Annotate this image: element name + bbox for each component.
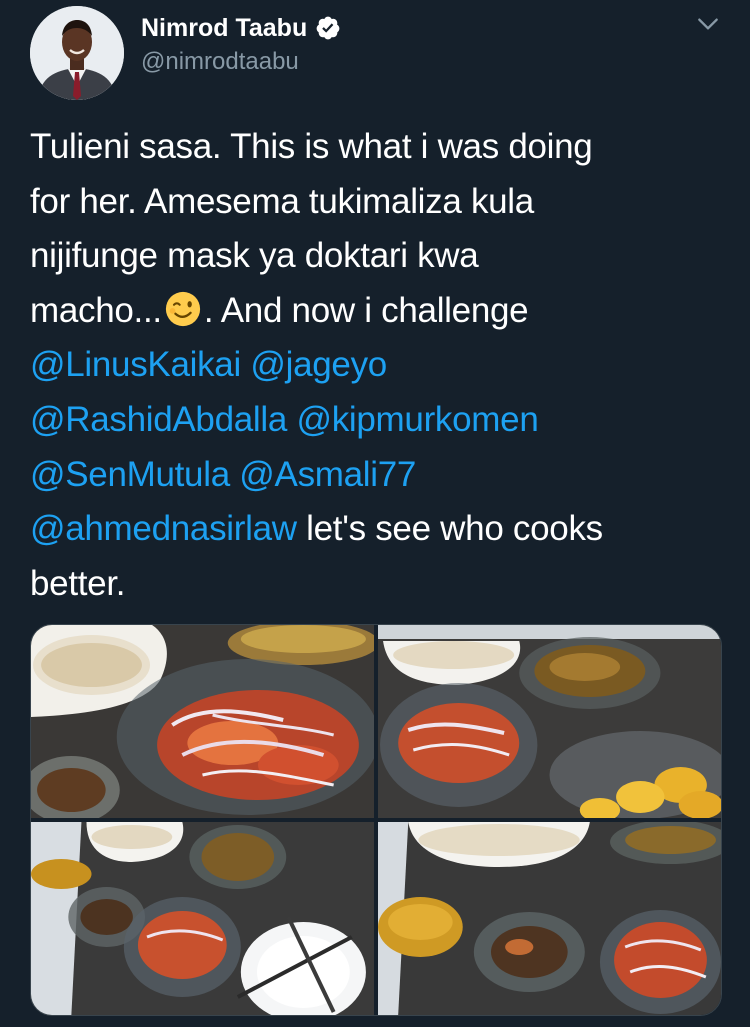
tweet-text: Tulieni sasa. This is what i was doing f… [30,120,725,611]
author-handle[interactable]: @nimrodtaabu [141,48,299,76]
tweet-line: nijifunge mask ya doktari kwa [30,229,725,284]
author-display-name: Nimrod Taabu [141,13,308,42]
tweet-line: better. [30,557,725,612]
photo-1[interactable] [31,625,374,818]
tweet-line: @ahmednasirlaw let's see who cooks [30,502,725,557]
profile-photo [30,6,124,100]
text-segment: . And now i challenge [203,290,529,330]
mention-link[interactable]: @RashidAbdalla [30,400,287,439]
tweet-line: @SenMutula @Asmali77 [30,448,725,503]
verified-badge-icon [315,15,341,41]
winking-face-emoji-icon [164,290,202,328]
mention-link[interactable]: @SenMutula [30,455,230,494]
tweet-line: @RashidAbdalla @kipmurkomen [30,393,725,448]
text-segment: Tulieni sasa. This is what i was doing [30,127,593,166]
mention-link[interactable]: @kipmurkomen [296,400,538,439]
text-segment: better. [30,563,126,603]
photo-3[interactable] [31,822,374,1015]
text-segment: for her. Amesema tukimaliza kula [30,181,534,221]
mention-link[interactable]: @ahmednasirlaw [30,509,297,548]
mention-link[interactable]: @LinusKaikai [30,345,241,384]
text-segment [241,345,250,384]
chevron-down-icon[interactable] [692,8,724,40]
photo-2[interactable] [378,625,721,818]
text-segment: nijifunge mask ya doktari kwa [30,236,479,276]
photo-4[interactable] [378,822,721,1015]
text-segment: macho... [30,290,162,330]
tweet-line: @LinusKaikai @jageyo [30,338,725,393]
mention-link[interactable]: @Asmali77 [239,455,416,494]
author-avatar[interactable] [30,6,124,100]
text-segment [230,455,239,494]
tweet-line: Tulieni sasa. This is what i was doing [30,120,725,175]
author-name[interactable]: Nimrod Taabu [141,10,341,46]
tweet-line: for her. Amesema tukimaliza kula [30,175,725,230]
tweet-line: macho... . And now i challenge [30,284,725,339]
mention-link[interactable]: @jageyo [250,345,387,384]
media-grid [30,624,722,1016]
text-segment: let's see who cooks [296,509,603,549]
